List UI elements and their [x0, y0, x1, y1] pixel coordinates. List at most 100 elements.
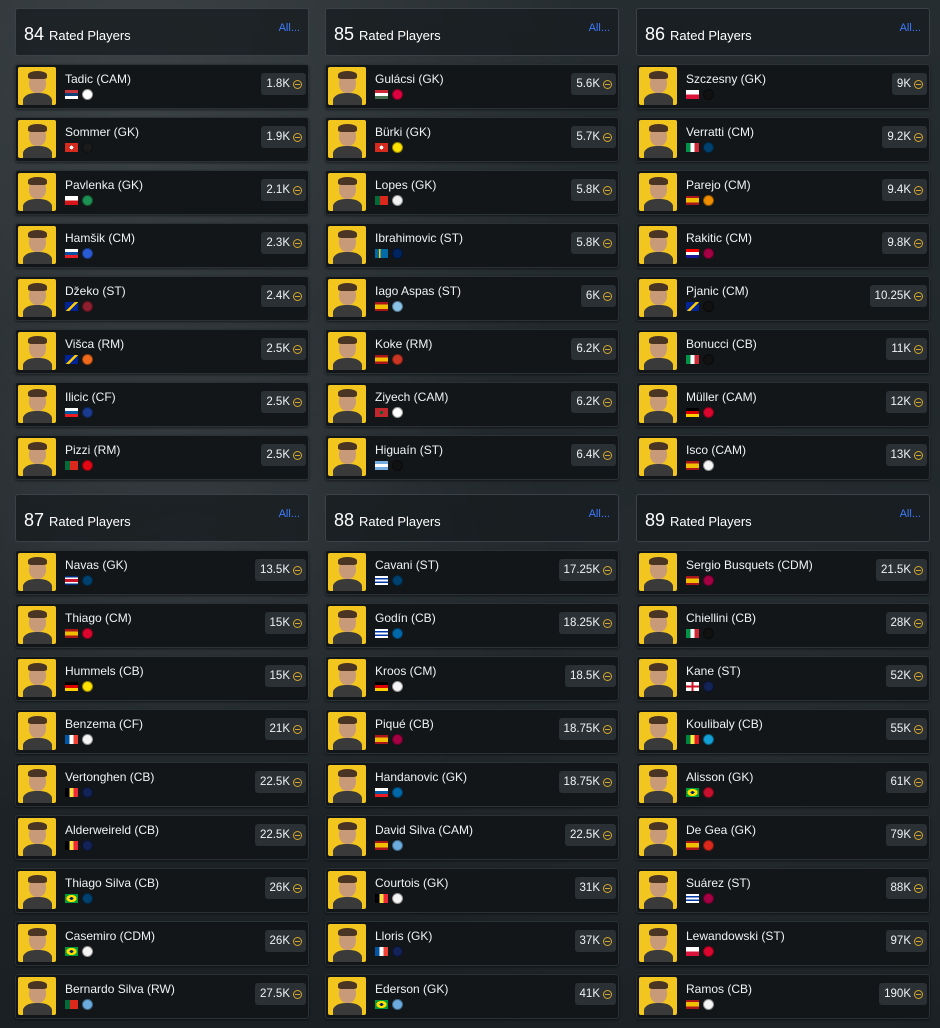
price-value: 9.8K [887, 237, 911, 249]
player-row[interactable]: Hamšik (CM) 2.3K [15, 223, 309, 268]
player-row[interactable]: Pavlenka (GK) 2.1K [15, 170, 309, 215]
player-row[interactable]: Lopes (GK) 5.8K [325, 170, 619, 215]
player-row[interactable]: Rakitic (CM) 9.8K [636, 223, 930, 268]
player-row[interactable]: Pjanic (CM) 10.25K [636, 276, 930, 321]
player-row[interactable]: Sommer (GK) 1.9K [15, 117, 309, 162]
player-row[interactable]: Cavani (ST) 17.25K [325, 550, 619, 595]
atalanta-club-badge-icon [82, 407, 93, 418]
spurs-club-badge-icon [703, 681, 714, 692]
player-name: Lloris (GK) [375, 929, 433, 943]
player-row[interactable]: Alisson (GK) 61K [636, 762, 930, 807]
all-link[interactable]: All... [900, 22, 921, 34]
player-row[interactable]: Lewandowski (ST) 97K [636, 921, 930, 966]
price-tag: 9.8K [882, 232, 927, 254]
player-row[interactable]: Suárez (ST) 88K [636, 868, 930, 913]
player-row[interactable]: Szczesny (GK) 9K [636, 64, 930, 109]
all-link[interactable]: All... [900, 508, 921, 520]
coin-icon [603, 450, 612, 460]
player-row[interactable]: Iago Aspas (ST) 6K [325, 276, 619, 321]
dortmund-club-badge-icon [82, 681, 93, 692]
psg-club-badge-icon [703, 142, 714, 153]
player-row[interactable]: Navas (GK) 13.5K [15, 550, 309, 595]
coin-icon [914, 397, 923, 407]
player-name: Courtois (GK) [375, 876, 449, 890]
coin-icon [293, 344, 302, 354]
price-tag: 26K [264, 930, 306, 952]
player-row[interactable]: Alderweireld (CB) 22.5K [15, 815, 309, 860]
price-value: 12K [890, 396, 911, 408]
player-row[interactable]: Lloris (GK) 37K [325, 921, 619, 966]
panel-86-rated: 86 Rated Players All... Szczesny (GK) 9K V… [636, 8, 930, 488]
player-row[interactable]: Verratti (CM) 9.2K [636, 117, 930, 162]
roma-club-badge-icon [82, 301, 93, 312]
player-name: Verratti (CM) [686, 125, 755, 139]
all-link[interactable]: All... [589, 22, 610, 34]
player-row[interactable]: Ederson (GK) 41K [325, 974, 619, 1019]
price-tag: 6K [580, 285, 616, 307]
player-row[interactable]: Casemiro (CDM) 26K [15, 921, 309, 966]
morocco-flag-icon [375, 408, 388, 417]
player-row[interactable]: Vertonghen (CB) 22.5K [15, 762, 309, 807]
player-row[interactable]: Bonucci (CB) 11K [636, 329, 930, 374]
germany-flag-icon [65, 682, 78, 691]
player-row[interactable]: Kane (ST) 52K [636, 656, 930, 701]
player-row[interactable]: Ilicic (CF) 2.5K [15, 382, 309, 427]
player-row[interactable]: Tadic (CAM) 1.8K [15, 64, 309, 109]
player-name: Piqué (CB) [375, 717, 434, 731]
coin-icon [293, 989, 302, 999]
player-row[interactable]: Godín (CB) 18.25K [325, 603, 619, 648]
player-name: Kroos (CM) [375, 664, 437, 678]
player-name: Ramos (CB) [686, 982, 753, 996]
player-row[interactable]: Hummels (CB) 15K [15, 656, 309, 701]
price-tag: 9.2K [882, 126, 927, 148]
panel-label: Rated Players [359, 28, 441, 43]
france-flag-icon [65, 735, 78, 744]
player-row[interactable]: De Gea (GK) 79K [636, 815, 930, 860]
player-row[interactable]: Pizzi (RM) 2.5K [15, 435, 309, 480]
player-row[interactable]: Parejo (CM) 9.4K [636, 170, 930, 215]
player-row[interactable]: David Silva (CAM) 22.5K [325, 815, 619, 860]
player-row[interactable]: Koulibaly (CB) 55K [636, 709, 930, 754]
player-name: Szczesny (GK) [686, 72, 767, 86]
price-tag: 31K [574, 877, 616, 899]
player-row[interactable]: Bürki (GK) 5.7K [325, 117, 619, 162]
player-row[interactable]: Handanovic (GK) 18.75K [325, 762, 619, 807]
price-tag: 97K [885, 930, 927, 952]
player-row[interactable]: Koke (RM) 6.2K [325, 329, 619, 374]
player-row[interactable]: Ibrahimovic (ST) 5.8K [325, 223, 619, 268]
player-row[interactable]: Bernardo Silva (RW) 27.5K [15, 974, 309, 1019]
player-avatar [18, 332, 56, 370]
price-tag: 1.9K [261, 126, 306, 148]
price-value: 11K [891, 343, 911, 355]
player-avatar [18, 712, 56, 750]
player-row[interactable]: Benzema (CF) 21K [15, 709, 309, 754]
all-link[interactable]: All... [279, 22, 300, 34]
price-tag: 22.5K [254, 771, 306, 793]
player-row[interactable]: Chiellini (CB) 28K [636, 603, 930, 648]
price-tag: 61K [885, 771, 927, 793]
player-row[interactable]: Thiago (CM) 15K [15, 603, 309, 648]
player-row[interactable]: Higuaín (ST) 6.4K [325, 435, 619, 480]
napoli-club-badge-icon [703, 734, 714, 745]
player-row[interactable]: Courtois (GK) 31K [325, 868, 619, 913]
player-row[interactable]: Višca (RM) 2.5K [15, 329, 309, 374]
player-row[interactable]: Müller (CAM) 12K [636, 382, 930, 427]
player-row[interactable]: Thiago Silva (CB) 26K [15, 868, 309, 913]
player-row[interactable]: Kroos (CM) 18.5K [325, 656, 619, 701]
player-row[interactable]: Ramos (CB) 190K [636, 974, 930, 1019]
player-row[interactable]: Džeko (ST) 2.4K [15, 276, 309, 321]
player-row[interactable]: Isco (CAM) 13K [636, 435, 930, 480]
coin-icon [293, 450, 302, 460]
player-name: Ederson (GK) [375, 982, 449, 996]
all-link[interactable]: All... [589, 508, 610, 520]
player-row[interactable]: Ziyech (CAM) 6.2K [325, 382, 619, 427]
player-row[interactable]: Sergio Busquets (CDM) 21.5K [636, 550, 930, 595]
player-avatar [328, 606, 366, 644]
coin-icon [914, 185, 923, 195]
mancity-club-badge-icon [392, 840, 403, 851]
price-value: 6.2K [576, 396, 600, 408]
player-row[interactable]: Gulácsi (GK) 5.6K [325, 64, 619, 109]
all-link[interactable]: All... [279, 508, 300, 520]
player-row[interactable]: Piqué (CB) 18.75K [325, 709, 619, 754]
player-avatar [18, 385, 56, 423]
